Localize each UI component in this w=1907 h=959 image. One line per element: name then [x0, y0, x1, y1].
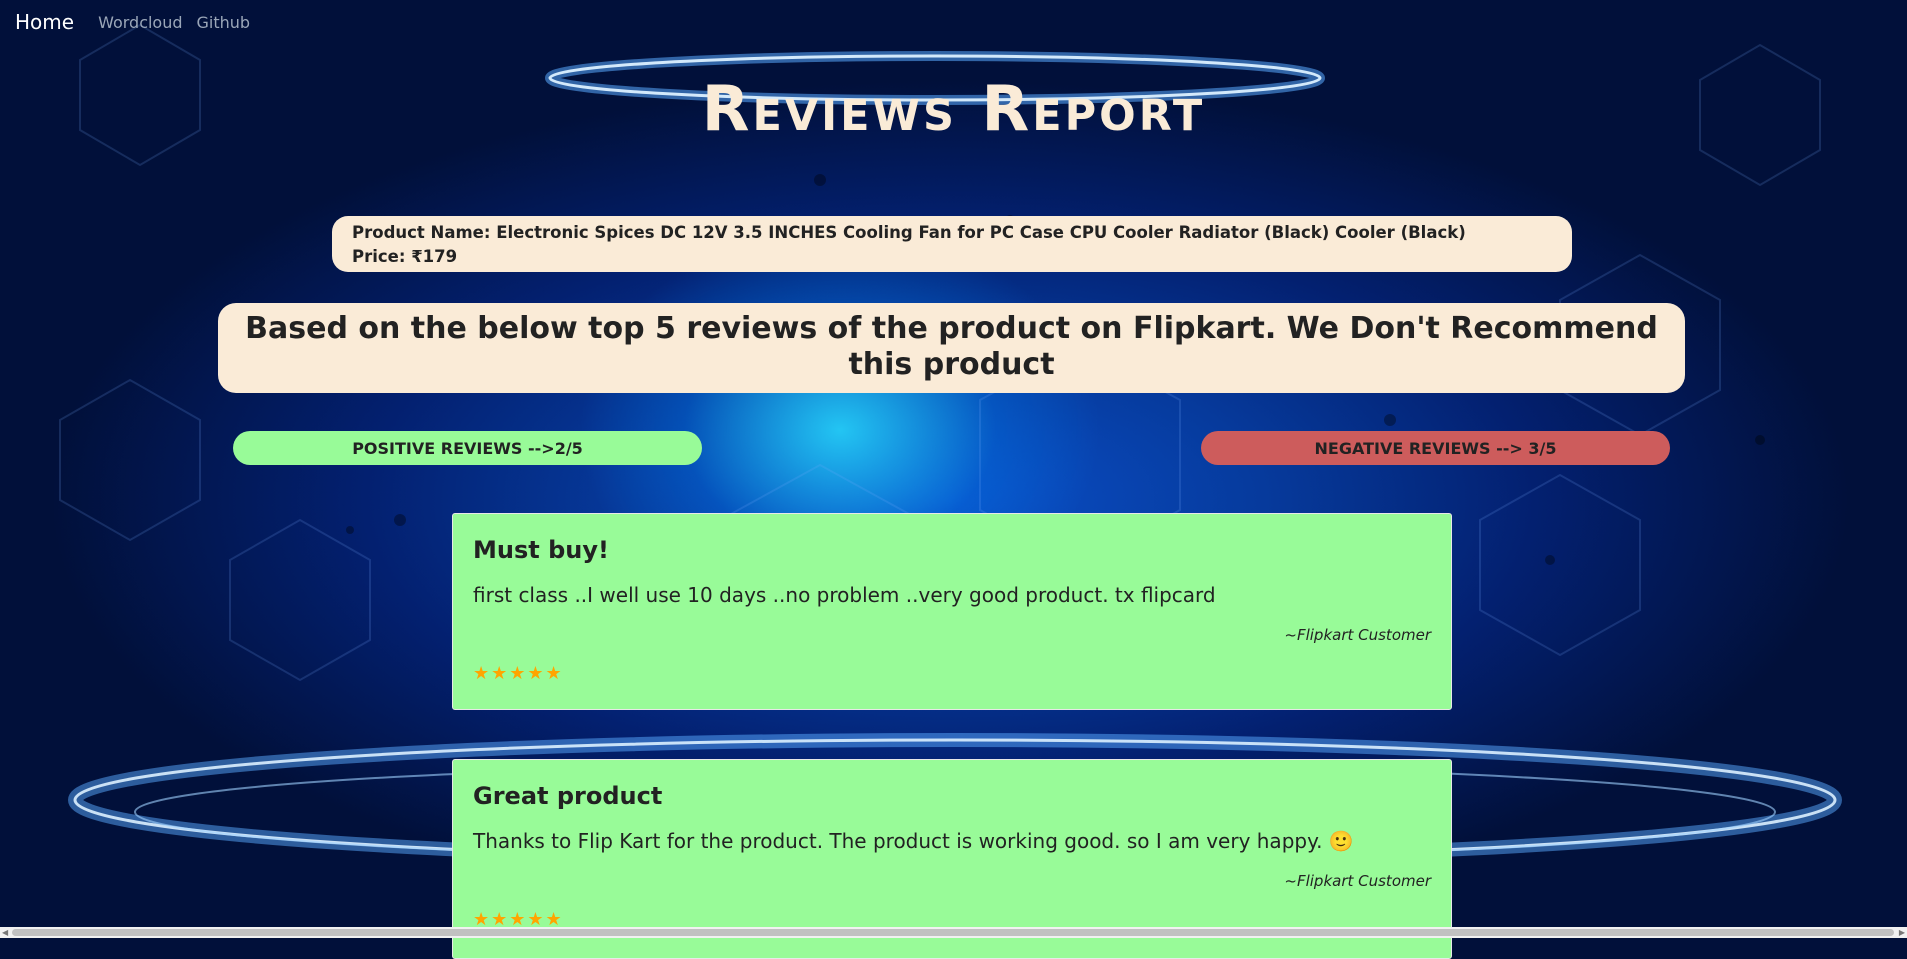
star-rating-icon: ★★★★★: [473, 663, 564, 684]
horizontal-scrollbar[interactable]: ◀ ▶: [0, 927, 1907, 938]
review-card: Must buy! first class ..I well use 10 da…: [452, 513, 1452, 710]
review-author: ~Flipkart Customer: [1284, 626, 1431, 644]
negative-reviews-button[interactable]: NEGATIVE REVIEWS --> 3/5: [1201, 431, 1670, 465]
product-info-box: Product Name: Electronic Spices DC 12V 3…: [332, 216, 1572, 272]
scrollbar-thumb[interactable]: [12, 929, 1894, 936]
page-title: Reviews Report: [701, 72, 1206, 145]
top-navbar: Home Wordcloud Github: [0, 0, 264, 44]
nav-wordcloud-link[interactable]: Wordcloud: [98, 13, 182, 32]
scroll-left-icon[interactable]: ◀: [2, 927, 8, 938]
product-price: Price: ₹179: [352, 247, 458, 266]
nav-github-link[interactable]: Github: [197, 13, 251, 32]
scroll-right-icon[interactable]: ▶: [1899, 927, 1905, 938]
review-title: Great product: [473, 782, 663, 810]
review-body: first class ..I well use 10 days ..no pr…: [473, 583, 1216, 607]
positive-reviews-button[interactable]: POSITIVE REVIEWS -->2/5: [233, 431, 702, 465]
review-author: ~Flipkart Customer: [1284, 872, 1431, 890]
product-name: Product Name: Electronic Spices DC 12V 3…: [352, 223, 1466, 242]
review-title: Must buy!: [473, 536, 609, 564]
recommendation-verdict: Based on the below top 5 reviews of the …: [218, 303, 1685, 393]
review-body: Thanks to Flip Kart for the product. The…: [473, 829, 1354, 853]
nav-home-link[interactable]: Home: [15, 10, 74, 34]
